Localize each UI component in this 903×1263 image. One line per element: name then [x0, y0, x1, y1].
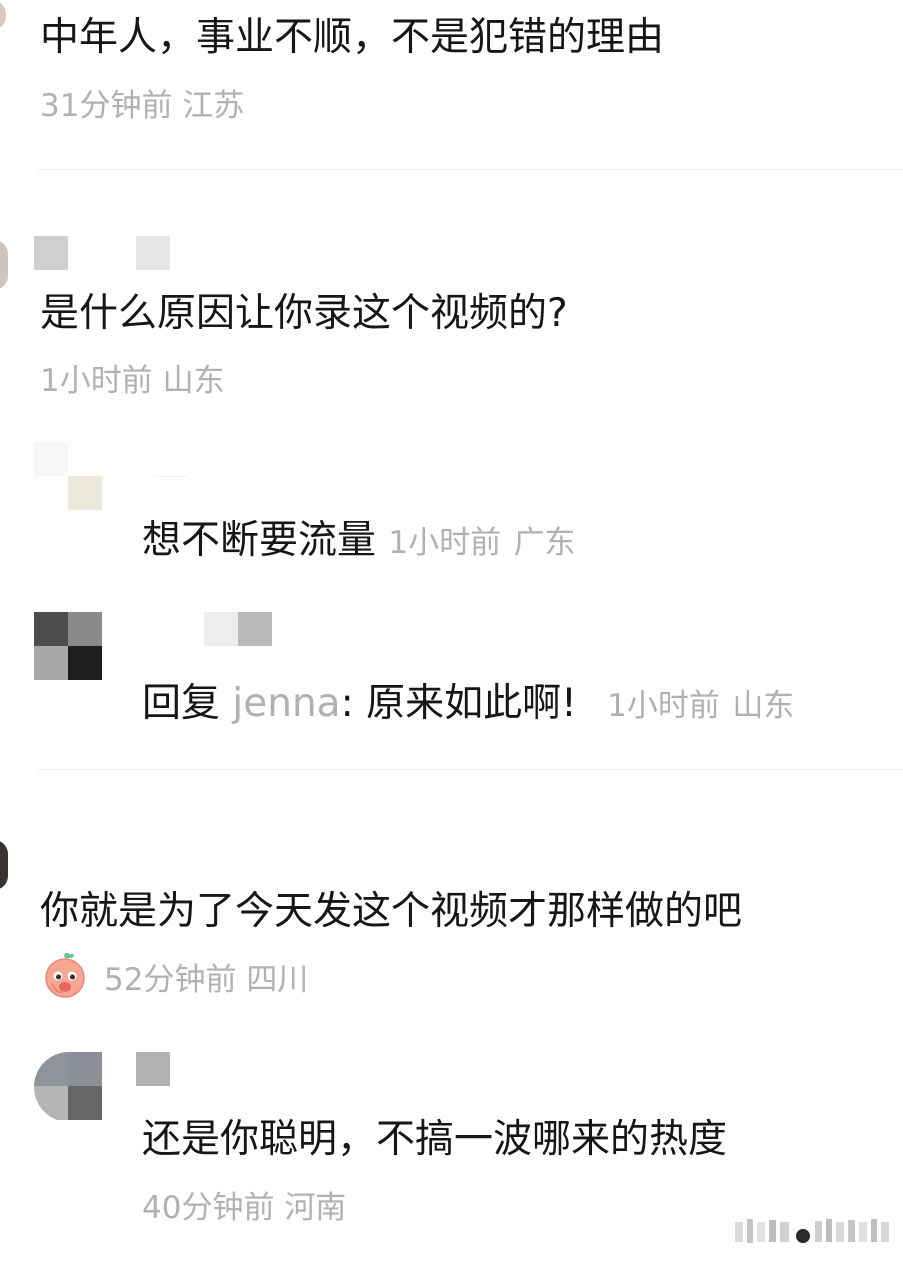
- comment-text: 你就是为了今天发这个视频才那样做的吧: [40, 889, 743, 934]
- reply-to-username[interactable]: jenna: [232, 681, 340, 726]
- reply-avatar-blurred[interactable]: [34, 612, 104, 682]
- avatar[interactable]: [0, 840, 8, 890]
- reply-row: 想不断要流量 1小时前 广东: [142, 517, 576, 565]
- comment-divider: [38, 169, 903, 170]
- reply-location: 河南: [284, 1190, 347, 1226]
- reply-time: 1小时前: [388, 525, 502, 561]
- reply-text: : 原来如此啊!: [340, 681, 577, 726]
- username-blurred[interactable]: [34, 236, 174, 270]
- comment-time: 52分钟前: [104, 962, 237, 998]
- username-blurred[interactable]: [136, 1052, 170, 1086]
- comment-time: 1小时前: [40, 363, 153, 399]
- reply-avatar-blurred[interactable]: [34, 1052, 104, 1122]
- comment-location: 四川: [246, 962, 309, 998]
- reply-meta: 40分钟前 河南: [142, 1188, 346, 1228]
- comment-divider: [38, 769, 903, 770]
- reply-time: 40分钟前: [142, 1190, 275, 1226]
- comment-meta: 1小时前 山东: [40, 361, 225, 401]
- reply-prefix: 回复: [142, 681, 221, 726]
- comment-location: 江苏: [182, 88, 245, 124]
- comment-text: 是什么原因让你录这个视频的?: [40, 291, 568, 336]
- avatar[interactable]: [0, 240, 8, 290]
- peach-emoji-icon: [45, 952, 85, 998]
- comment-time: 31分钟前: [40, 88, 173, 124]
- reply-time: 1小时前: [607, 688, 720, 724]
- reply-text: 想不断要流量: [142, 518, 377, 563]
- comment-meta: 31分钟前 江苏: [40, 86, 244, 126]
- comment-text: 中年人，事业不顺，不是犯错的理由: [40, 15, 665, 60]
- watermark-logo: [735, 1219, 889, 1243]
- comment-meta: 52分钟前 四川: [104, 960, 308, 1000]
- reply-location: 广东: [513, 525, 576, 561]
- reply-text: 还是你聪明，不搞一波哪来的热度: [142, 1117, 728, 1162]
- reply-row: 回复 jenna: 原来如此啊! 1小时前 山东: [142, 680, 794, 728]
- avatar-edge[interactable]: [0, 0, 6, 30]
- reply-location: 山东: [732, 688, 795, 724]
- reply-avatar-blurred[interactable]: [34, 442, 274, 512]
- comment-location: 山东: [162, 363, 225, 399]
- username-blurred[interactable]: [170, 612, 280, 646]
